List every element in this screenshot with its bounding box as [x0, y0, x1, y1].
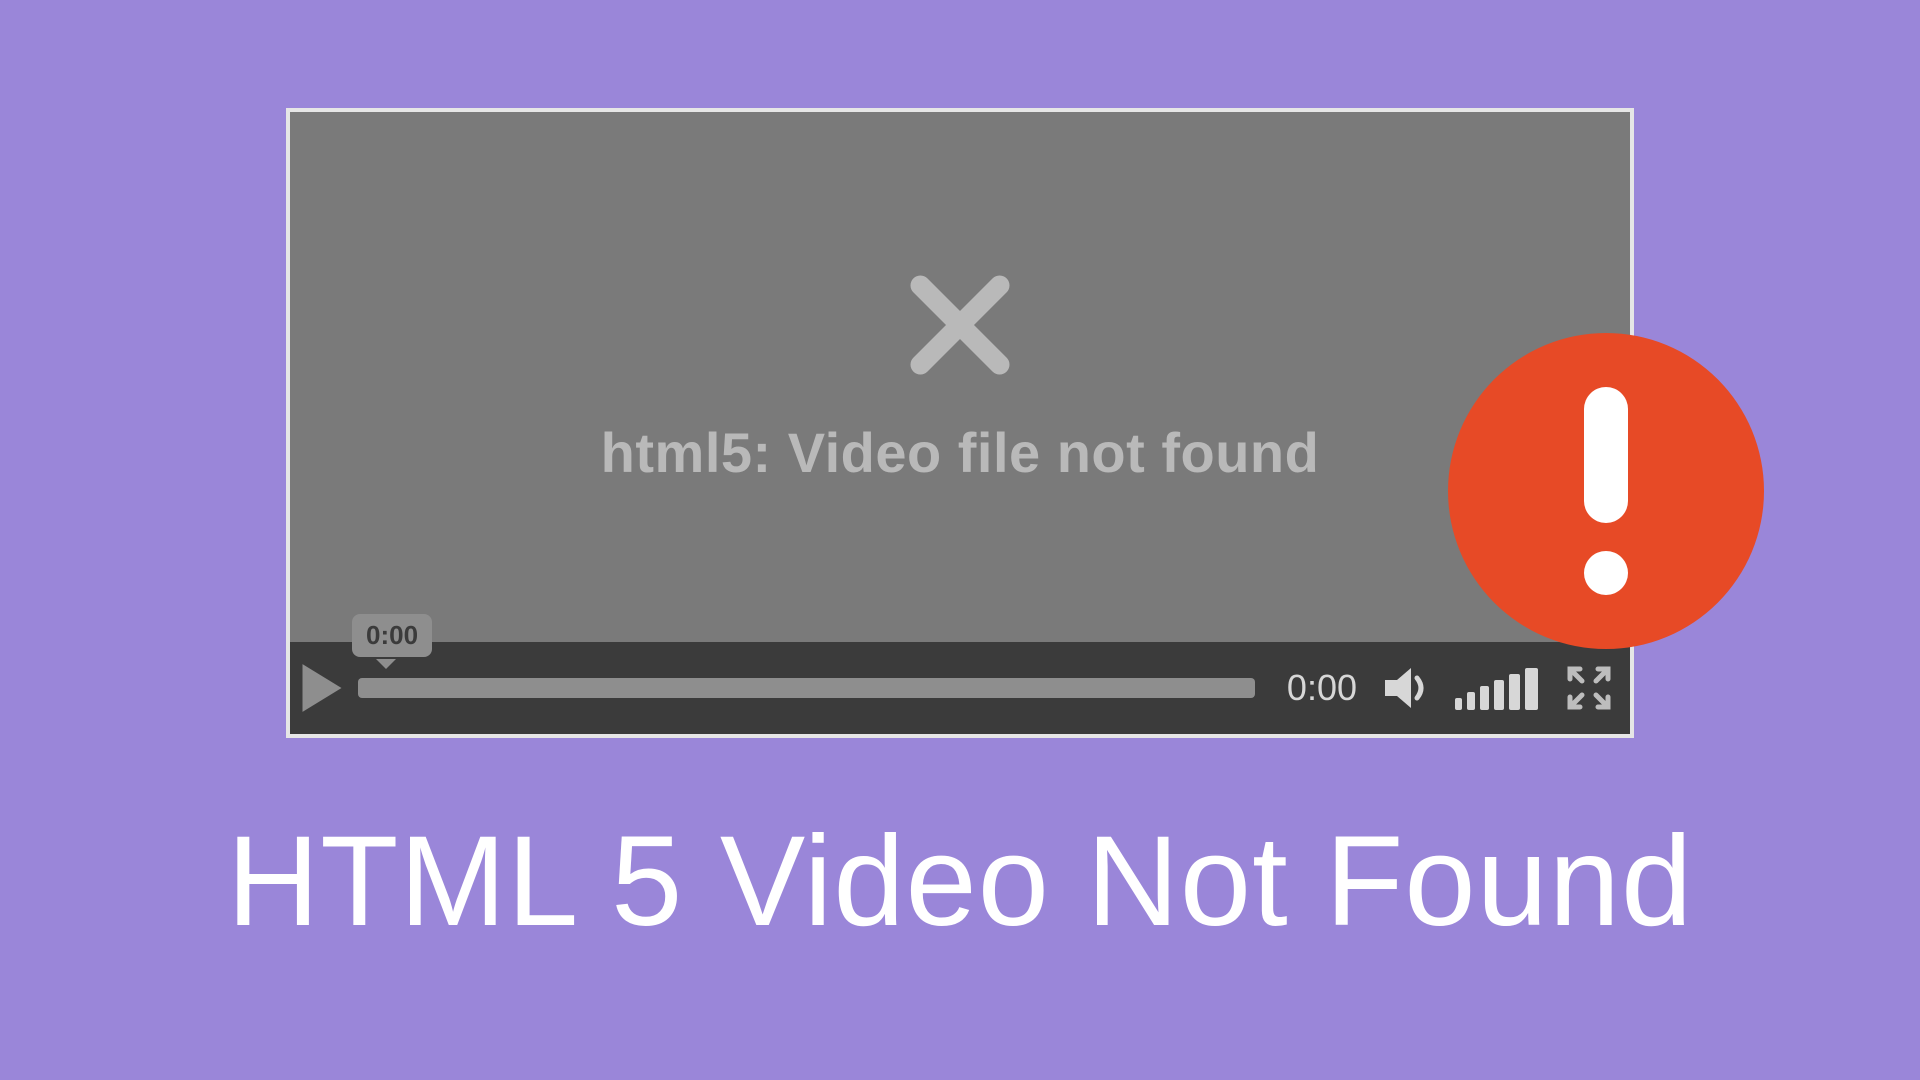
seek-tooltip: 0:00 — [352, 614, 432, 657]
exclamation-icon — [1584, 387, 1628, 595]
alert-badge — [1448, 333, 1764, 649]
volume-level-bars[interactable] — [1455, 666, 1538, 710]
fullscreen-button[interactable] — [1566, 665, 1612, 711]
elapsed-time-label: 0:00 — [1287, 667, 1357, 709]
page-headline: HTML 5 Video Not Found — [227, 808, 1693, 955]
video-player: html5: Video file not found 0:00 0:00 — [286, 108, 1634, 738]
progress-track[interactable] — [358, 678, 1255, 698]
play-button[interactable] — [300, 662, 344, 714]
video-controls-bar: 0:00 0:00 — [290, 642, 1630, 734]
volume-button[interactable] — [1383, 664, 1435, 712]
video-player-container: html5: Video file not found 0:00 0:00 — [286, 108, 1634, 738]
video-canvas: html5: Video file not found — [290, 112, 1630, 642]
video-error-message: html5: Video file not found — [601, 420, 1320, 485]
progress-bar-zone[interactable]: 0:00 — [358, 642, 1255, 734]
error-x-icon — [905, 270, 1015, 380]
